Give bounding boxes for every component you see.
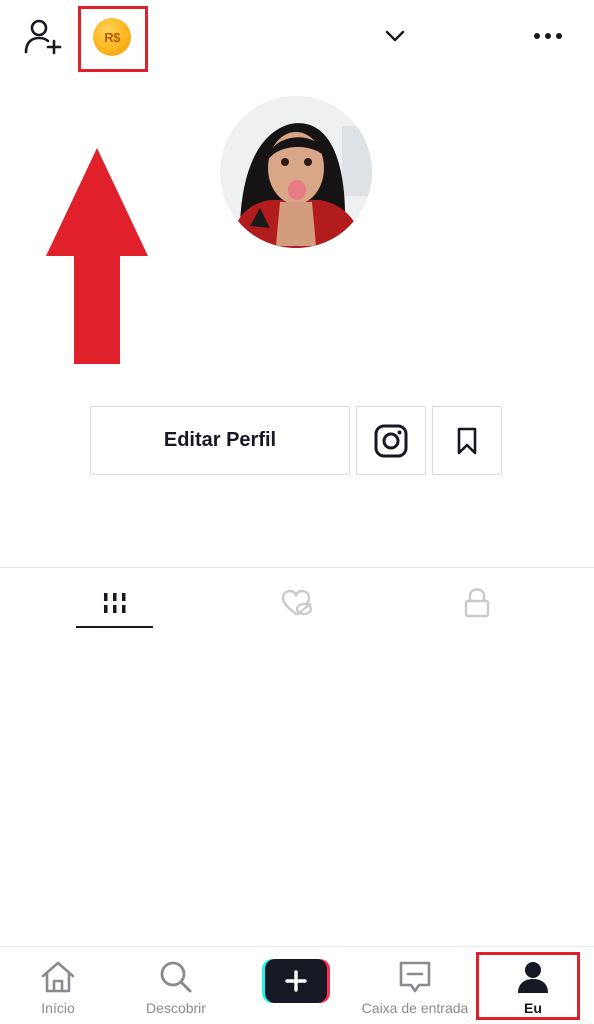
- liked-hidden-icon: [281, 589, 313, 616]
- profile-photo: [220, 96, 372, 248]
- home-icon: [41, 961, 75, 993]
- edit-profile-button[interactable]: Editar Perfil: [90, 406, 350, 475]
- nav-inbox-label: Caixa de entrada: [361, 1000, 469, 1016]
- nav-home[interactable]: Início: [22, 947, 94, 1024]
- me-highlight-box: [476, 952, 580, 1020]
- instagram-button[interactable]: [356, 406, 426, 475]
- nav-discover[interactable]: Descobrir: [134, 947, 218, 1024]
- more-options-button[interactable]: [526, 22, 570, 50]
- inbox-icon: [399, 961, 431, 993]
- account-switch-button[interactable]: [380, 22, 410, 50]
- bookmark-icon: [457, 427, 477, 454]
- red-arrow-annotation: [46, 148, 148, 364]
- create-plus-icon: [285, 970, 307, 992]
- tab-liked[interactable]: [262, 578, 332, 628]
- tab-videos[interactable]: [76, 578, 154, 628]
- nav-create-button[interactable]: [260, 947, 332, 1024]
- tab-private[interactable]: [442, 578, 512, 628]
- coin-label: R$: [104, 29, 120, 45]
- coin-icon[interactable]: R$: [93, 18, 131, 56]
- chevron-down-icon: [385, 30, 405, 42]
- more-horizontal-icon: [534, 33, 540, 39]
- tab-selected-indicator: [76, 626, 153, 628]
- saved-button[interactable]: [432, 406, 502, 475]
- nav-inbox[interactable]: Caixa de entrada: [350, 947, 480, 1024]
- avatar[interactable]: [220, 96, 372, 248]
- lock-icon: [464, 588, 490, 618]
- person-plus-icon: [24, 19, 62, 55]
- instagram-icon: [374, 424, 408, 457]
- search-icon: [160, 961, 192, 993]
- tab-divider: [0, 567, 594, 568]
- nav-discover-label: Descobrir: [146, 1000, 206, 1016]
- add-friend-button[interactable]: [22, 16, 64, 58]
- grid-icon: [104, 593, 126, 613]
- nav-home-label: Início: [41, 1000, 75, 1016]
